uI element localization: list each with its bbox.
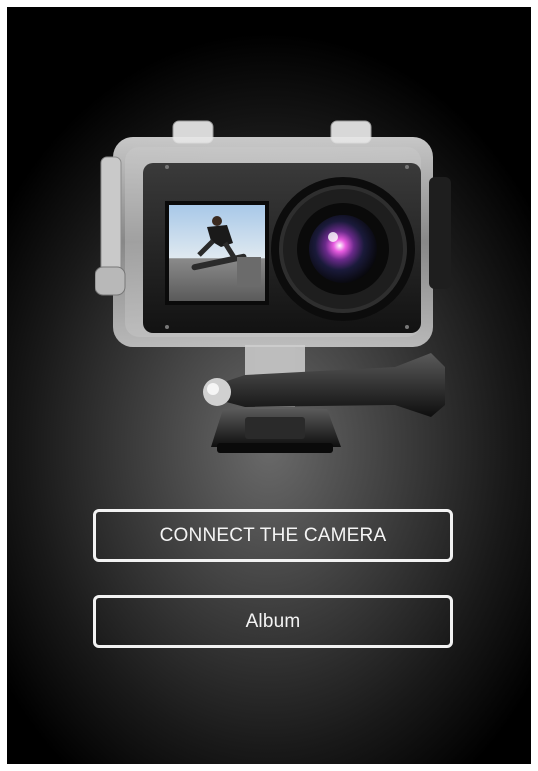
connect-camera-button[interactable]: CONNECT THE CAMERA bbox=[93, 509, 453, 562]
album-button[interactable]: Album bbox=[93, 595, 453, 648]
action-camera-icon bbox=[95, 120, 451, 453]
home-screen: CONNECT THE CAMERA Album bbox=[7, 7, 531, 764]
